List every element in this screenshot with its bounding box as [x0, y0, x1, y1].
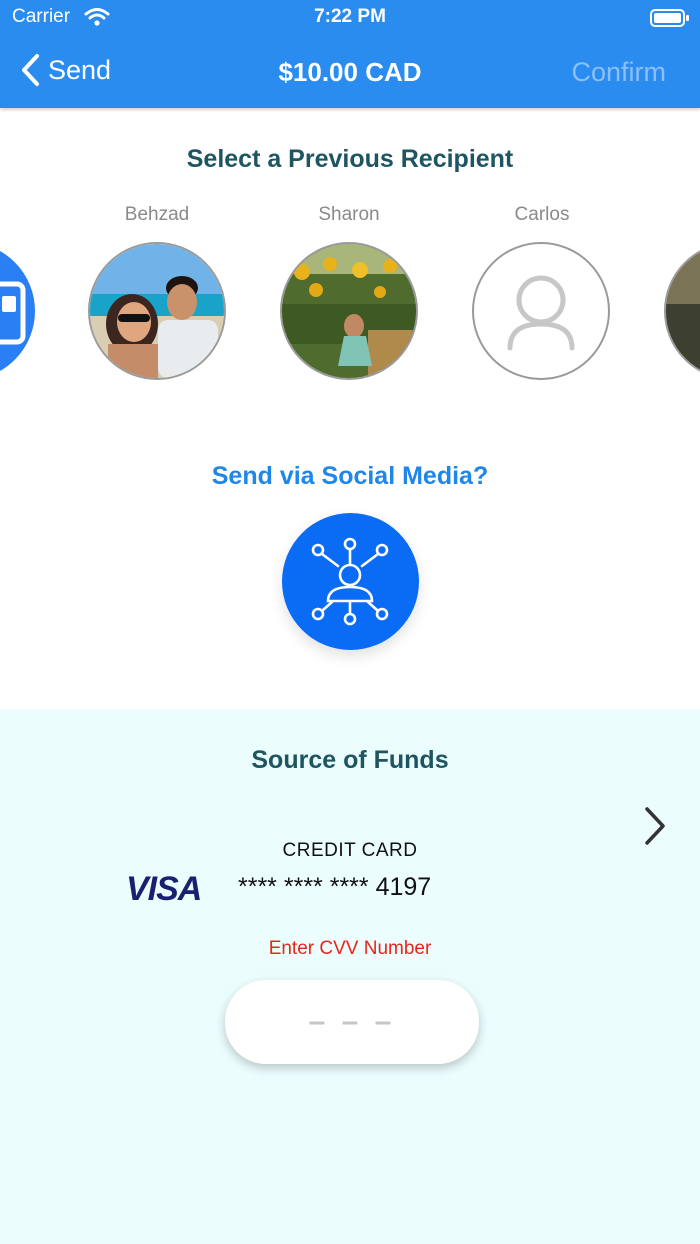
- funds-title: Source of Funds: [251, 746, 449, 774]
- recipient-name: Sharon: [318, 204, 380, 225]
- chevron-left-icon: [22, 54, 39, 86]
- source-of-funds-panel: [0, 709, 700, 1244]
- recipient-avatar-partial[interactable]: [664, 242, 700, 380]
- social-media-button[interactable]: [282, 513, 419, 650]
- card-number: **** **** **** 4197: [238, 873, 432, 901]
- user-placeholder-icon: [507, 275, 575, 351]
- back-button[interactable]: Send: [20, 52, 111, 88]
- sunflower-photo-image: [282, 244, 416, 378]
- recipient-name: Carlos: [514, 204, 570, 225]
- landscape-photo-image: [666, 244, 700, 378]
- recipient-avatar-partial[interactable]: [0, 242, 35, 380]
- send-money-screen: Carrier 7:22 PM Send $10.00 CAD Confirm: [0, 0, 700, 1244]
- recipient-avatar-behzad[interactable]: [88, 242, 226, 380]
- recipient-name: Behzad: [124, 204, 190, 225]
- navigation-header: Carrier 7:22 PM Send $10.00 CAD Confirm: [0, 0, 700, 108]
- cvv-label: Enter CVV Number: [268, 938, 432, 959]
- contact-card-icon: [0, 281, 26, 345]
- beach-photo-image: [90, 244, 224, 378]
- social-network-icon: [311, 537, 389, 626]
- back-button-label: Send: [48, 55, 112, 85]
- recipient-avatar-carlos[interactable]: [472, 242, 610, 380]
- battery-icon: [650, 8, 690, 33]
- visa-logo: VISA: [126, 870, 202, 908]
- card-type-label: CREDIT CARD: [282, 840, 418, 861]
- confirm-button[interactable]: Confirm: [571, 55, 666, 89]
- recipients-title: Select a Previous Recipient: [186, 145, 514, 173]
- social-media-title: Send via Social Media?: [211, 462, 489, 490]
- recipient-avatar-sharon[interactable]: [280, 242, 418, 380]
- cvv-input[interactable]: [225, 980, 479, 1064]
- clock-label: 7:22 PM: [314, 6, 386, 27]
